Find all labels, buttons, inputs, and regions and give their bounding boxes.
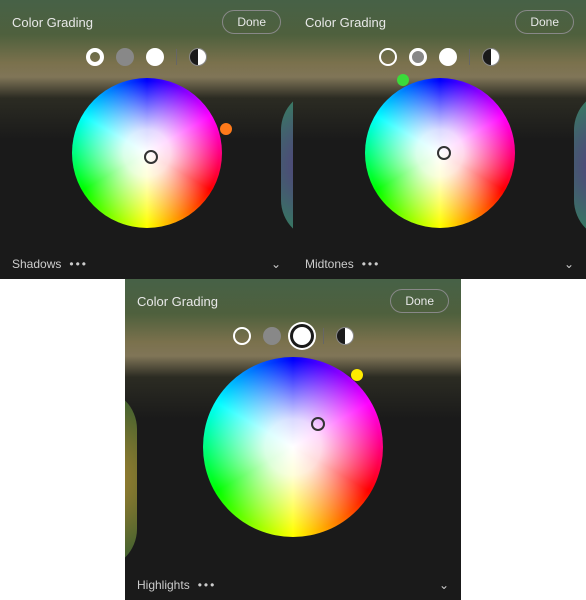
done-button[interactable]: Done	[515, 10, 574, 34]
mode-highlights-icon[interactable]	[146, 48, 164, 66]
hue-indicator[interactable]	[351, 369, 363, 381]
mode-highlights-icon[interactable]	[439, 48, 457, 66]
mode-selector	[125, 327, 461, 345]
section-label: Highlights	[137, 578, 190, 592]
done-button[interactable]: Done	[222, 10, 281, 34]
mode-shadows-icon[interactable]	[86, 48, 104, 66]
panel-midtones: Color Grading Done Midtones ••• ⌄	[293, 0, 586, 279]
section-label: Shadows	[12, 257, 61, 271]
color-wheel[interactable]	[203, 357, 383, 537]
chevron-down-icon[interactable]: ⌄	[564, 257, 574, 271]
mode-highlights-icon[interactable]	[293, 327, 311, 345]
saturation-pointer[interactable]	[311, 417, 325, 431]
more-icon[interactable]: •••	[69, 257, 88, 271]
separator	[176, 49, 177, 65]
separator	[469, 49, 470, 65]
color-wheel[interactable]	[365, 78, 515, 228]
saturation-pointer[interactable]	[437, 146, 451, 160]
hue-indicator[interactable]	[220, 123, 232, 135]
separator	[323, 328, 324, 344]
mode-midtones-icon[interactable]	[116, 48, 134, 66]
mode-midtones-icon[interactable]	[409, 48, 427, 66]
panel-title: Color Grading	[137, 294, 218, 309]
saturation-pointer[interactable]	[144, 150, 158, 164]
mode-midtones-icon[interactable]	[263, 327, 281, 345]
done-button[interactable]: Done	[390, 289, 449, 313]
mode-global-icon[interactable]	[189, 48, 207, 66]
mode-shadows-icon[interactable]	[233, 327, 251, 345]
hue-indicator[interactable]	[397, 74, 409, 86]
panel-title: Color Grading	[305, 15, 386, 30]
chevron-down-icon[interactable]: ⌄	[271, 257, 281, 271]
more-icon[interactable]: •••	[198, 578, 217, 592]
panel-shadows: Color Grading Done Shadows ••• ⌄	[0, 0, 293, 279]
more-icon[interactable]: •••	[362, 257, 381, 271]
chevron-down-icon[interactable]: ⌄	[439, 578, 449, 592]
mode-global-icon[interactable]	[482, 48, 500, 66]
mode-selector	[0, 48, 293, 66]
panel-title: Color Grading	[12, 15, 93, 30]
color-wheel[interactable]	[72, 78, 222, 228]
panel-highlights: Color Grading Done Highlights ••• ⌄	[125, 279, 461, 600]
section-label: Midtones	[305, 257, 354, 271]
mode-selector	[293, 48, 586, 66]
mode-global-icon[interactable]	[336, 327, 354, 345]
mode-shadows-icon[interactable]	[379, 48, 397, 66]
